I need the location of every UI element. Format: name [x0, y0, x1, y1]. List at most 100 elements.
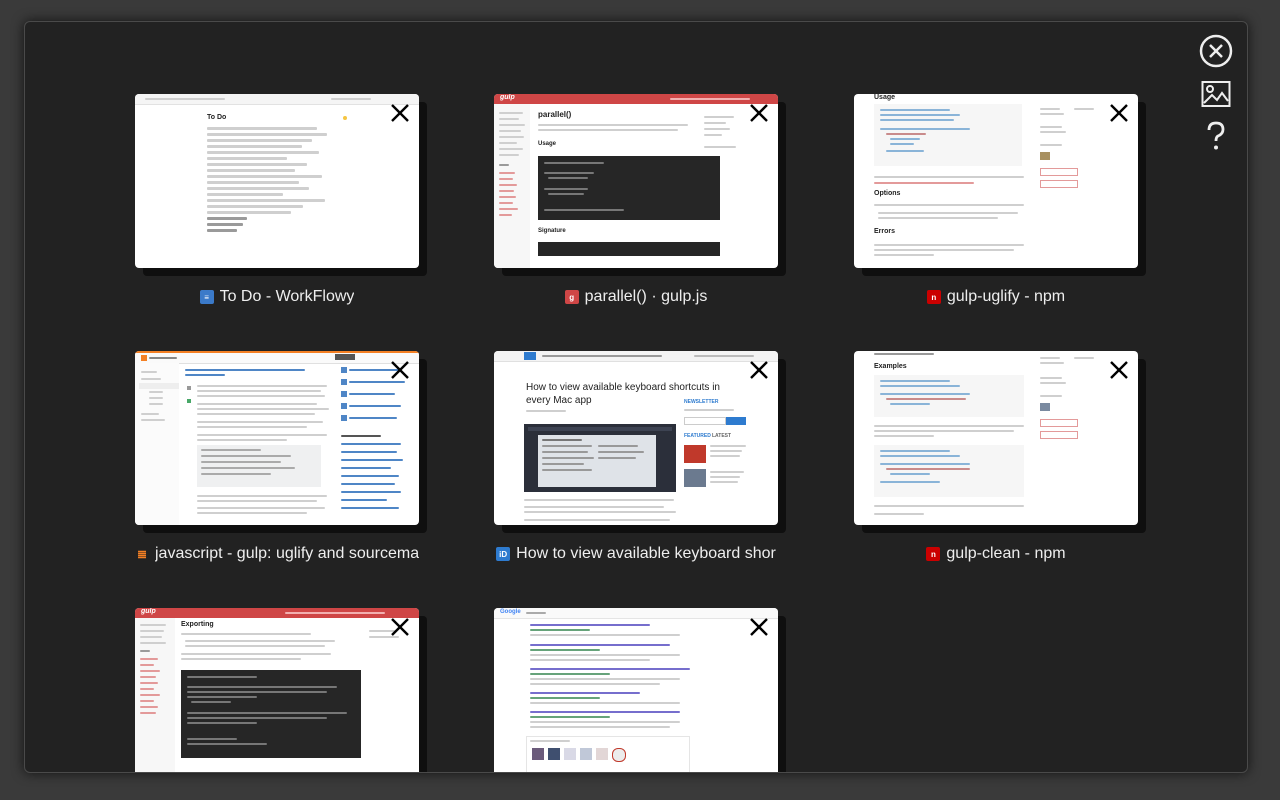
thumbnail-content: [140, 650, 150, 652]
thumbnail-content: [890, 138, 920, 140]
close-tab-button[interactable]: [389, 616, 411, 638]
thumbnail-content: [530, 678, 680, 680]
tab-thumbnail[interactable]: How to view available keyboard shortcuts…: [494, 351, 778, 525]
thumbnail-content: [538, 242, 720, 256]
thumbnail-content: [530, 644, 670, 646]
thumbnail-content: [141, 355, 147, 361]
close-tab-button[interactable]: [748, 616, 770, 638]
thumbnail-content: [1040, 419, 1078, 427]
thumbnail-content: [499, 130, 521, 132]
tab-thumbnail[interactable]: Google: [494, 608, 778, 772]
thumbnail-content: [542, 439, 582, 441]
thumbnail-content: [524, 506, 664, 508]
close-icon: [391, 361, 409, 379]
thumbnail-content: [140, 642, 166, 644]
thumbnail-content: [530, 711, 680, 713]
thumbnail-content: [181, 653, 331, 655]
thumbnail-content: [343, 116, 347, 120]
thumbnail-content: [532, 748, 544, 760]
thumbnail-content: [726, 417, 746, 425]
thumbnail-content: [341, 499, 387, 501]
thumbnail-content: [499, 118, 519, 120]
tab-thumbnail[interactable]: gulp Exporting: [135, 608, 419, 772]
tab-tile[interactable]: To Do ≡ To Do - WorkFlowy: [135, 94, 419, 308]
tab-thumbnail[interactable]: Examples: [854, 351, 1138, 525]
question-mark-icon: [1207, 121, 1225, 150]
close-tab-button[interactable]: [748, 359, 770, 381]
tab-title-text: gulp-uglify - npm: [946, 288, 1066, 305]
thumbnail-content: [197, 495, 327, 497]
thumbnail-content: [499, 214, 512, 216]
close-tab-button[interactable]: [748, 102, 770, 124]
thumbnail-content: [886, 150, 924, 152]
close-icon: [1110, 361, 1128, 379]
thumbnail-content: [874, 435, 934, 437]
tab-title: ≡ To Do - WorkFlowy: [135, 286, 419, 308]
thumbnail-content: [185, 374, 225, 376]
thumbnail-content: [185, 369, 305, 371]
close-overview-button[interactable]: [1199, 34, 1233, 68]
tab-thumbnail[interactable]: To Do: [135, 94, 419, 268]
thumbnail-content: [349, 381, 405, 383]
stackoverflow-icon: ≣: [136, 547, 148, 561]
thumbnail-content: [530, 629, 590, 631]
thumbnail-content: [548, 748, 560, 760]
thumbnail-content: [1040, 362, 1064, 364]
close-tab-button[interactable]: [389, 359, 411, 381]
thumbnail-content: [341, 451, 397, 453]
thumbnail-content: [880, 128, 970, 130]
thumbnail-content: [140, 630, 164, 632]
thumbnail-content: [542, 355, 662, 357]
thumbnail-content: [880, 119, 954, 121]
thumbnail-content: [544, 188, 588, 190]
thumbnail-content: [874, 505, 1024, 507]
thumbnail-content: [874, 254, 934, 256]
thumbnail-content: [530, 702, 680, 704]
thumbnail-content: [349, 417, 397, 419]
thumbnail-content: [1040, 357, 1060, 359]
close-tab-button[interactable]: [1108, 359, 1130, 381]
tab-tile[interactable]: gulp Exporting: [135, 608, 419, 772]
thumbnail-content: [544, 209, 624, 211]
gulp-logo: gulp: [141, 608, 156, 615]
thumbnail-content: [197, 390, 321, 392]
thumbnail-content: [538, 129, 678, 131]
thumbnail-content: [341, 443, 401, 445]
help-button[interactable]: [1199, 119, 1233, 153]
image-icon: [1201, 81, 1231, 107]
thumbnail-content: [499, 190, 514, 192]
idb-icon: iD: [496, 547, 511, 561]
thumbnail-content: [197, 439, 287, 441]
tab-tile[interactable]: How to view available keyboard shortcuts…: [494, 351, 778, 565]
thumbnail-content: [548, 193, 584, 195]
thumbnail-content: [544, 172, 594, 174]
thumbnail-content: [530, 697, 600, 699]
close-icon: [391, 618, 409, 636]
tab-tile[interactable]: Examples n gulp-clean - npm: [854, 351, 1138, 565]
thumbnail-content: [141, 378, 161, 380]
thumbnail-content: [149, 397, 163, 399]
tab-thumbnail[interactable]: gulp parallel() Usage Signature: [494, 94, 778, 268]
thumbnail-content: [341, 367, 347, 373]
thumbnail-content: [207, 199, 325, 202]
tab-tile[interactable]: ≣ javascript - gulp: uglify and sourcema: [135, 351, 419, 565]
close-tab-button[interactable]: [1108, 102, 1130, 124]
thumbnail-content: [197, 512, 307, 514]
thumbnail-content: [341, 467, 391, 469]
tab-tile[interactable]: Usage Options Errors n gulp-uglify - npm: [854, 94, 1138, 308]
thumbnail-content: [670, 98, 750, 100]
thumbnail-content: [538, 435, 656, 487]
thumbnail-content: [499, 164, 509, 166]
close-tab-button[interactable]: [389, 102, 411, 124]
tab-tile[interactable]: Google: [494, 608, 778, 772]
tab-thumbnail[interactable]: [135, 351, 419, 525]
tab-thumbnail[interactable]: Usage Options Errors: [854, 94, 1138, 268]
background-image-button[interactable]: [1199, 77, 1233, 111]
thumbnail-content: [341, 491, 401, 493]
thumbnail-content: [1040, 180, 1078, 188]
tab-tile[interactable]: gulp parallel() Usage Signature g parall…: [494, 94, 778, 308]
thumbnail-content: [201, 461, 281, 463]
thumbnail-content: [149, 357, 177, 359]
thumbnail-content: [341, 379, 347, 385]
thumbnail-content: [201, 455, 291, 457]
